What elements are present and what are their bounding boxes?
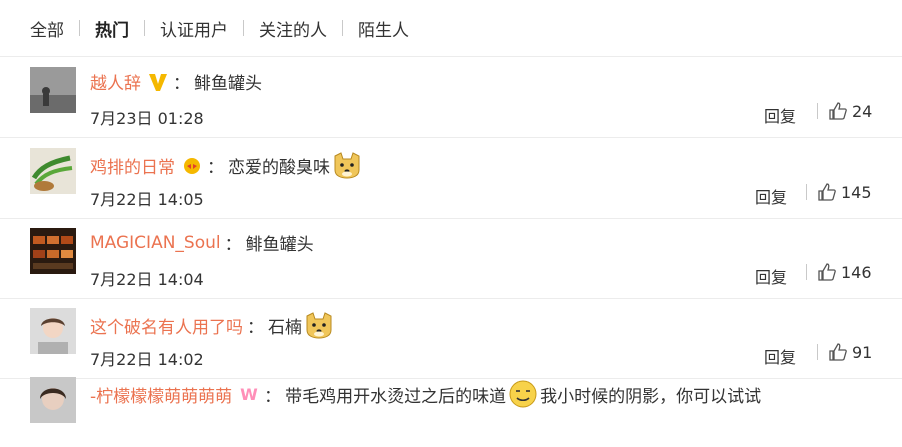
like-count: 91 (852, 342, 873, 362)
thumbs-up-icon (817, 262, 841, 282)
comment-text: 带毛鸡用开水烫过之后的味道 (285, 386, 507, 407)
filter-all[interactable]: 全部 (0, 16, 79, 41)
vip-v-icon[interactable] (147, 71, 169, 93)
filter-hot[interactable]: 热门 (80, 16, 144, 41)
svg-text:W: W (240, 385, 258, 404)
comment-item: 越人辞 ： 鲱鱼罐头 7月23日 01:28 回复 24 (0, 57, 902, 138)
like-count: 146 (841, 262, 872, 282)
like-divider (817, 344, 818, 360)
comment-time: 7月22日 14:04 (90, 270, 204, 289)
reply-button[interactable]: 回复 (764, 344, 796, 368)
comment-text: 恋爱的酸臭味 (228, 157, 330, 178)
thumbs-up-icon (828, 101, 852, 121)
reply-button[interactable]: 回复 (755, 264, 787, 288)
comment-text: 石楠 (268, 317, 302, 338)
like-count: 24 (852, 101, 873, 121)
fan-badge-icon[interactable] (181, 154, 203, 176)
filter-following[interactable]: 关注的人 (244, 16, 342, 41)
like-button[interactable]: 24 (817, 101, 872, 121)
comment-colon: ： (224, 235, 242, 255)
like-divider (806, 264, 807, 280)
awkward-smile-emoji (508, 379, 538, 409)
like-button[interactable]: 146 (806, 262, 872, 282)
username[interactable]: 这个破名有人用了吗 (90, 313, 243, 338)
username[interactable]: MAGICIAN_Soul (90, 233, 221, 253)
comment-colon: ： (247, 317, 264, 338)
doge-emoji (304, 310, 334, 340)
w-badge-icon[interactable]: W (238, 383, 260, 405)
like-divider (806, 184, 807, 200)
comment-colon: ： (207, 157, 224, 178)
doge-emoji (332, 150, 362, 180)
comment-text: 鲱鱼罐头 (194, 74, 262, 94)
like-divider (817, 103, 818, 119)
username[interactable]: 越人辞 (90, 69, 141, 94)
comment-text: 鲱鱼罐头 (245, 235, 314, 255)
avatar[interactable] (30, 67, 76, 113)
filter-verified[interactable]: 认证用户 (145, 16, 243, 41)
comment-item: 鸡排的日常 ： 恋爱的酸臭味 7月22日 14:05 回复 145 (0, 138, 902, 219)
comment-time: 7月23日 01:28 (90, 109, 204, 128)
thumbs-up-icon (817, 182, 841, 202)
like-count: 145 (841, 182, 872, 202)
comment-item: MAGICIAN_Soul ： 鲱鱼罐头 7月22日 14:04 回复 146 (0, 218, 902, 299)
avatar[interactable] (30, 308, 76, 354)
username[interactable]: -柠檬檬檬萌萌萌萌 (90, 382, 232, 407)
comment-colon: ： (173, 74, 190, 94)
comment-item: -柠檬檬檬萌萌萌萌 W ： 带毛鸡用开水烫过之后的味道 我小时候的阴影，你可以试… (0, 367, 902, 447)
comment-time: 7月22日 14:05 (90, 190, 204, 209)
reply-button[interactable]: 回复 (755, 184, 787, 208)
comment-filter-bar: 全部 热门 认证用户 关注的人 陌生人 (0, 0, 902, 57)
comment-colon: ： (264, 386, 282, 407)
like-button[interactable]: 145 (806, 182, 872, 202)
thumbs-up-icon (828, 342, 852, 362)
avatar[interactable] (30, 148, 76, 194)
avatar[interactable] (30, 377, 76, 423)
username[interactable]: 鸡排的日常 (90, 153, 175, 178)
filter-strangers[interactable]: 陌生人 (343, 16, 424, 41)
like-button[interactable]: 91 (817, 342, 872, 362)
reply-button[interactable]: 回复 (764, 103, 796, 127)
comment-text-continued: 我小时候的阴影，你可以试试 (540, 386, 762, 407)
avatar[interactable] (30, 228, 76, 274)
